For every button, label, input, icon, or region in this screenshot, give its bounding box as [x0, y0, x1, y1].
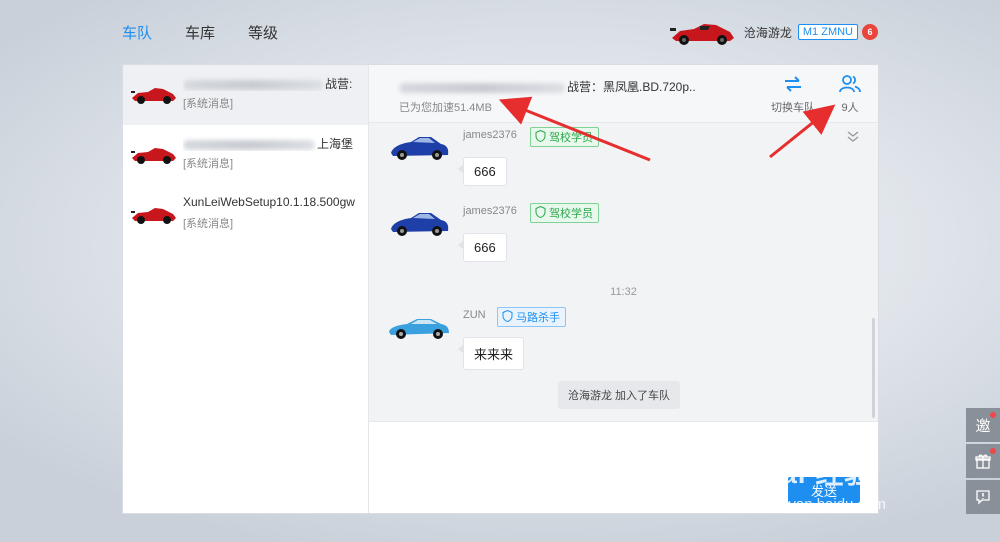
side-toolbar: 邀 — [966, 408, 1000, 516]
conversation-item[interactable]: 上海堡 [系统消息] — [123, 125, 368, 185]
conversation-title: XunLeiWebSetup10.1.18.500gw — [183, 195, 355, 209]
switch-icon — [785, 76, 801, 92]
user-tag: M1 ZMNU — [797, 24, 858, 40]
notification-dot — [990, 448, 996, 454]
user-area: 沧海游龙 M1 ZMNU 6 — [669, 18, 878, 46]
baidu-watermark: Bai 经验 — [760, 458, 874, 489]
rank-label: 驾校学员 — [549, 208, 593, 220]
f1-car-icon — [131, 88, 176, 104]
members-button[interactable]: 9人 — [835, 73, 865, 115]
conversation-subtitle: [系统消息] — [183, 218, 234, 230]
message-bubble: 666 — [458, 233, 507, 262]
team-chat-window: 战营: [系统消息] 上海堡 [系统消息] XunLeiWebSetup10.1… — [122, 64, 879, 514]
conversation-title: 战营: — [325, 77, 353, 91]
blue-sports-car-avatar[interactable] — [387, 131, 451, 163]
rank-label: 驾校学员 — [549, 132, 593, 144]
sender-name[interactable]: james2376 — [463, 129, 517, 141]
notification-dot — [990, 412, 996, 418]
top-nav: 车队 车库 等级 — [122, 22, 311, 43]
shield-icon — [535, 206, 546, 218]
chat-title: 战营：黑凤凰.BD.720p.. — [567, 80, 696, 94]
members-count: 9人 — [841, 102, 859, 114]
gift-icon — [975, 454, 991, 469]
time-separator: 11:32 — [610, 286, 637, 298]
gift-button[interactable] — [966, 444, 1000, 478]
conversation-item[interactable]: XunLeiWebSetup10.1.18.500gw [系统消息] — [123, 185, 368, 245]
conversation-list: 战营: [系统消息] 上海堡 [系统消息] XunLeiWebSetup10.1… — [123, 65, 369, 513]
blue-sports-car-avatar[interactable] — [387, 207, 451, 239]
conversation-item[interactable]: 战营: [系统消息] — [123, 65, 368, 125]
tab-team[interactable]: 车队 — [122, 22, 152, 43]
invite-label: 邀 — [975, 417, 991, 435]
rank-badge: 驾校学员 — [530, 203, 599, 223]
message-bubble: 666 — [458, 157, 507, 186]
rank-badge: 驾校学员 — [530, 127, 599, 147]
chat-header: 战营：黑凤凰.BD.720p.. 已为您加速51.4MB 切换车队 9人 — [369, 65, 878, 123]
f1-car-icon — [131, 208, 176, 224]
members-icon — [839, 75, 861, 93]
tab-garage[interactable]: 车库 — [185, 22, 215, 43]
feedback-button[interactable] — [966, 480, 1000, 514]
user-car-avatar[interactable] — [669, 18, 736, 46]
shield-icon — [502, 310, 513, 322]
shield-icon — [535, 130, 546, 142]
sender-name[interactable]: james2376 — [463, 205, 517, 217]
speedup-status: 已为您加速51.4MB — [399, 102, 492, 114]
light-blue-sedan-avatar[interactable] — [387, 311, 451, 343]
username[interactable]: 沧海游龙 — [744, 24, 792, 41]
message-bubble: 来来来 — [457, 337, 525, 370]
conversation-subtitle: [系统消息] — [183, 98, 234, 110]
invite-button[interactable]: 邀 — [966, 408, 1000, 442]
baidu-watermark-url: jingyan.baidu.com — [765, 496, 886, 513]
sender-name[interactable]: ZUN — [463, 309, 486, 321]
switch-team-label: 切换车队 — [771, 102, 815, 114]
message-list: james2376 驾校学员 666 james2376 驾校学员 666 11… — [369, 123, 878, 421]
f1-car-icon — [131, 148, 176, 164]
conversation-subtitle: [系统消息] — [183, 158, 234, 170]
rank-label: 马路杀手 — [516, 312, 560, 324]
switch-team-button[interactable]: 切换车队 — [767, 73, 819, 115]
system-notice: 沧海游龙 加入了车队 — [558, 381, 681, 409]
feedback-icon — [976, 490, 990, 505]
user-level-badge: 6 — [862, 24, 878, 40]
scroll-down-icon[interactable] — [846, 131, 860, 143]
chat-panel: 战营：黑凤凰.BD.720p.. 已为您加速51.4MB 切换车队 9人 jam… — [369, 65, 878, 513]
tab-level[interactable]: 等级 — [248, 22, 278, 43]
rank-badge: 马路杀手 — [497, 307, 566, 327]
conversation-title: 上海堡 — [317, 137, 354, 151]
message-scrollbar[interactable] — [872, 318, 875, 418]
